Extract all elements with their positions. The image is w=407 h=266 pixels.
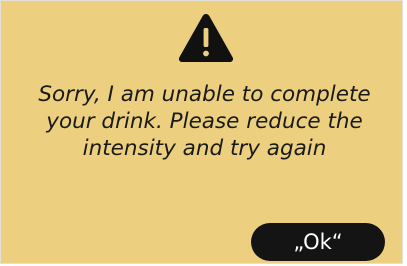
ok-button[interactable]: „Ok“ — [251, 223, 385, 261]
error-dialog: Sorry, I am unable to complete your drin… — [0, 0, 403, 264]
warning-triangle-icon — [178, 14, 234, 62]
error-message: Sorry, I am unable to complete your drin… — [38, 82, 371, 161]
